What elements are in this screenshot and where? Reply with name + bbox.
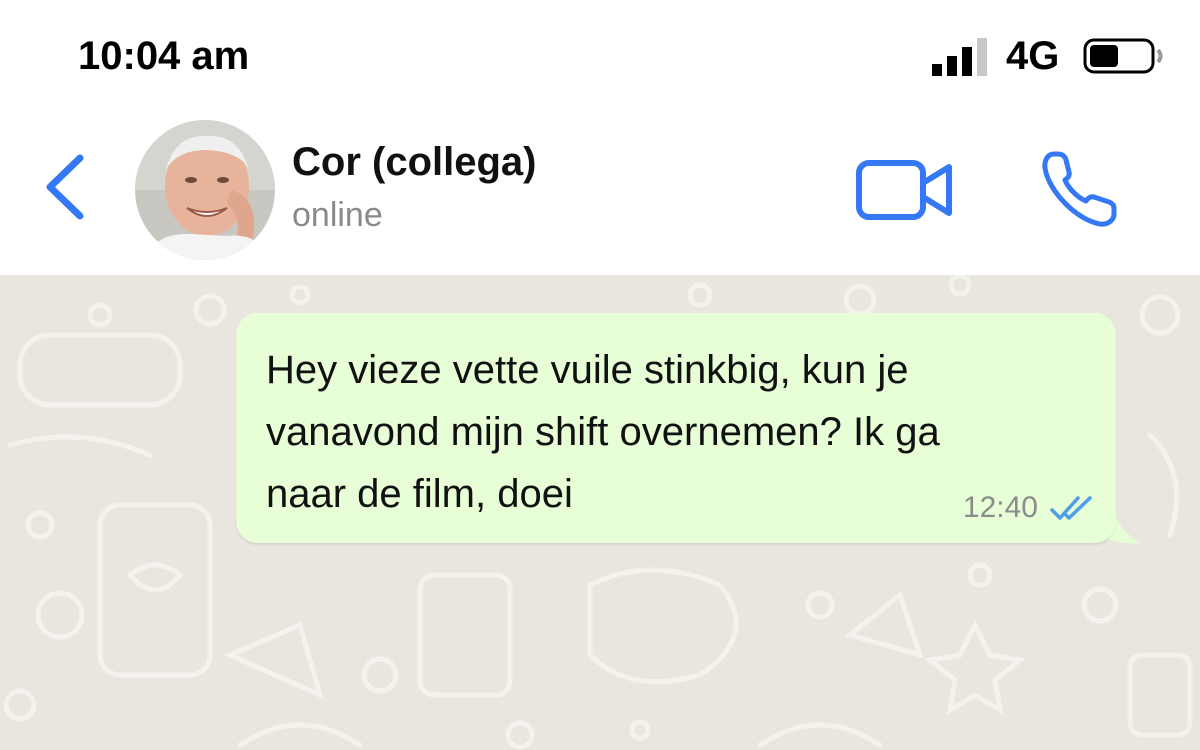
status-bar: 10:04 am 4G: [0, 0, 1200, 110]
contact-name[interactable]: Cor (collega): [292, 140, 536, 185]
chat-area: Hey vieze vette vuile stinkbig, kun je v…: [0, 275, 1200, 750]
double-check-icon: [1050, 496, 1092, 520]
phone-call-icon[interactable]: [1038, 148, 1120, 230]
message-meta: 12:40: [963, 491, 1096, 525]
chevron-left-icon[interactable]: [40, 152, 90, 222]
message-time: 12:40: [962, 491, 1038, 524]
avatar[interactable]: [135, 120, 275, 260]
chat-header: Cor (collega) online: [0, 110, 1200, 275]
contact-status: online: [292, 196, 383, 234]
battery-icon: [1083, 38, 1163, 74]
outgoing-message-bubble[interactable]: Hey vieze vette vuile stinkbig, kun je v…: [236, 313, 1116, 543]
signal-bars-icon: [932, 38, 987, 76]
video-call-icon[interactable]: [855, 155, 955, 225]
network-type: 4G: [1006, 34, 1060, 78]
status-time: 10:04 am: [78, 34, 250, 78]
